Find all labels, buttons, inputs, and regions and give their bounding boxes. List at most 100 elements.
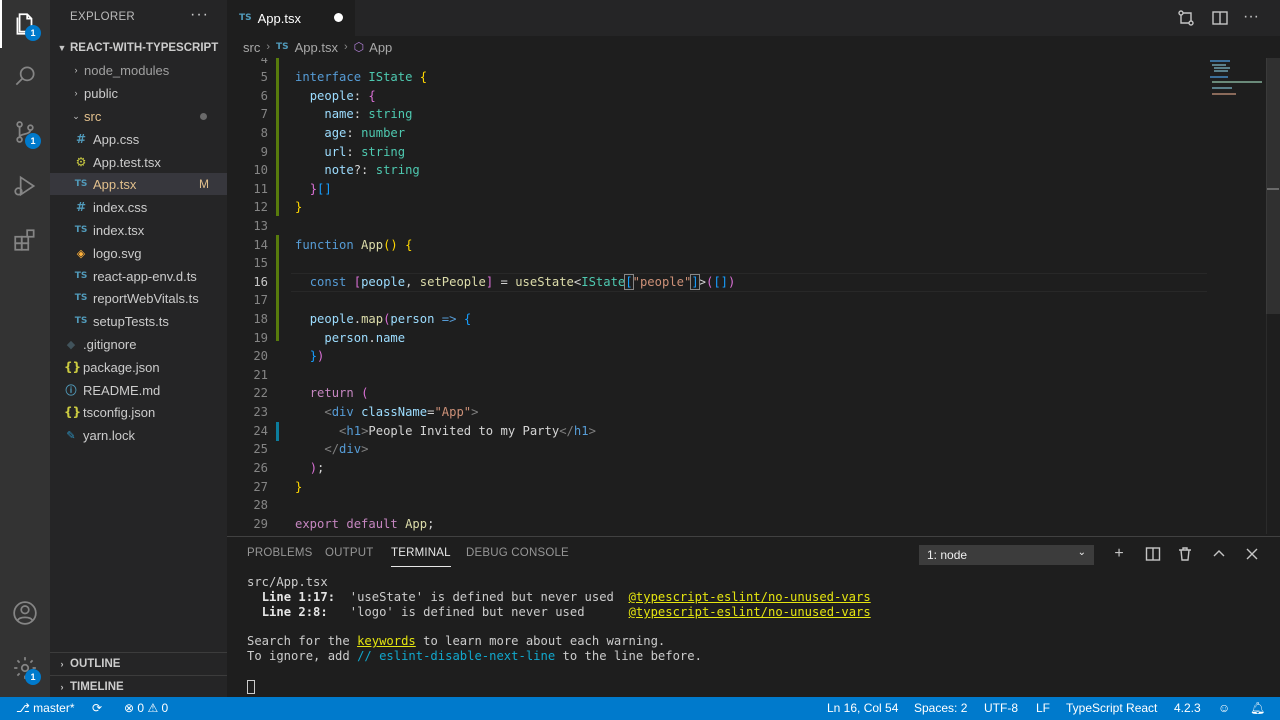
workspace-root[interactable]: ▼ REACT-WITH-TYPESCRIPT xyxy=(50,37,227,59)
css-file-icon: # xyxy=(75,132,87,146)
problems-indicator[interactable]: ⊗ 0 ⚠ 0 xyxy=(124,701,168,715)
tree-file-app-tsx[interactable]: TS App.tsx M xyxy=(50,173,227,195)
explorer-sidebar: EXPLORER ··· ▼ REACT-WITH-TYPESCRIPT › n… xyxy=(50,0,227,697)
search-icon[interactable] xyxy=(0,52,50,100)
bell-icon[interactable]: 🔔︎ xyxy=(1250,701,1265,715)
cursor-position[interactable]: Ln 16, Col 54 xyxy=(827,701,898,715)
workspace-root-label: REACT-WITH-TYPESCRIPT xyxy=(70,42,219,54)
tree-file-app-test-tsx[interactable]: ⚙ App.test.tsx xyxy=(50,151,227,173)
split-terminal-icon[interactable] xyxy=(1145,546,1161,562)
line-number: 13 xyxy=(253,219,268,233)
tab-app-tsx[interactable]: TS App.tsx xyxy=(227,0,355,36)
line-ending[interactable]: LF xyxy=(1036,701,1050,715)
new-terminal-icon[interactable]: + xyxy=(1111,546,1127,562)
outline-section[interactable]: › OUTLINE xyxy=(50,652,227,674)
code-line: 15 xyxy=(227,254,1267,273)
source-control-icon[interactable]: 1 xyxy=(0,108,50,156)
accounts-icon[interactable] xyxy=(0,589,50,637)
warning-count: 0 xyxy=(161,701,169,715)
close-icon[interactable] xyxy=(1244,546,1260,562)
tree-folder-node-modules[interactable]: › node_modules xyxy=(50,59,227,81)
line-number: 28 xyxy=(253,498,268,512)
tree-file-react-app-env[interactable]: TS react-app-env.d.ts xyxy=(50,265,227,287)
line-number: 18 xyxy=(253,312,268,326)
indentation[interactable]: Spaces: 2 xyxy=(914,701,967,715)
tree-folder-src[interactable]: ⌄ src xyxy=(50,105,227,127)
code-line: 22 return ( xyxy=(227,384,1267,403)
settings-badge: 1 xyxy=(25,669,41,685)
bottom-panel: PROBLEMS OUTPUT TERMINAL DEBUG CONSOLE 1… xyxy=(227,536,1280,697)
git-branch-icon: ⎇ xyxy=(16,701,30,715)
breadcrumb-file[interactable]: App.tsx xyxy=(295,40,338,55)
line-number: 11 xyxy=(253,182,268,196)
tree-file-app-css[interactable]: # App.css xyxy=(50,128,227,150)
symbol-method-icon: ⬡ xyxy=(353,40,365,54)
code-editor[interactable]: 4 5 interface IState { 6 people: { 7 name… xyxy=(227,58,1280,534)
terminal-text: Search for the xyxy=(247,634,358,648)
run-debug-icon[interactable] xyxy=(0,162,50,210)
more-actions-icon[interactable]: ··· xyxy=(1243,9,1261,27)
unsaved-dot-icon[interactable] xyxy=(334,13,343,22)
breadcrumb: src › TS App.tsx › ⬡ App xyxy=(227,36,1280,58)
language-mode[interactable]: TypeScript React xyxy=(1066,701,1157,715)
code-line: 19 person.name xyxy=(227,329,1267,348)
breadcrumb-folder[interactable]: src xyxy=(243,40,260,55)
modified-dot-icon xyxy=(200,112,207,120)
tree-file-logo-svg[interactable]: ◈ logo.svg xyxy=(50,242,227,264)
timeline-section[interactable]: › TIMELINE xyxy=(50,675,227,697)
git-file-icon: ◆ xyxy=(66,337,76,351)
css-file-icon: # xyxy=(75,200,87,214)
tree-file-readme[interactable]: ⓘ README.md xyxy=(50,379,227,401)
encoding[interactable]: UTF-8 xyxy=(984,701,1018,715)
editor-scrollbar[interactable] xyxy=(1266,58,1280,534)
tree-file-setup-tests[interactable]: TS setupTests.ts xyxy=(50,310,227,332)
keywords-link[interactable]: keywords xyxy=(357,634,416,648)
tab-terminal[interactable]: TERMINAL xyxy=(391,547,451,567)
tree-folder-public[interactable]: › public xyxy=(50,82,227,104)
line-number: 20 xyxy=(253,349,268,363)
line-number: 5 xyxy=(260,70,268,84)
terminal-select[interactable]: 1: node ⌄ xyxy=(919,545,1094,565)
code-line: 9 url: string xyxy=(227,143,1267,162)
tree-file-index-css[interactable]: # index.css xyxy=(50,196,227,218)
tree-file-report-web-vitals[interactable]: TS reportWebVitals.ts xyxy=(50,287,227,309)
breadcrumb-symbol[interactable]: App xyxy=(369,40,392,55)
chevron-right-icon: › xyxy=(74,65,78,75)
tab-output[interactable]: OUTPUT xyxy=(325,547,373,559)
tree-item-label: App.css xyxy=(93,131,140,147)
feedback-icon[interactable]: ☺ xyxy=(1218,701,1230,715)
more-actions-icon[interactable]: ··· xyxy=(190,6,209,24)
branch-indicator[interactable]: ⎇ master* xyxy=(16,701,75,715)
tab-problems[interactable]: PROBLEMS xyxy=(247,547,313,559)
extensions-icon[interactable] xyxy=(0,216,50,264)
trash-icon[interactable] xyxy=(1177,546,1193,562)
split-editor-icon[interactable] xyxy=(1211,9,1229,27)
line-number: 29 xyxy=(253,517,268,531)
chevron-down-icon: ⌄ xyxy=(1077,547,1086,558)
tree-file-index-tsx[interactable]: TS index.tsx xyxy=(50,219,227,241)
sync-icon[interactable]: ⟳ xyxy=(92,701,102,715)
terminal-text: to the line before. xyxy=(555,649,702,663)
line-number: 17 xyxy=(253,293,268,307)
explorer-icon[interactable]: 1 xyxy=(0,0,50,48)
tree-file-package-json[interactable]: {} package.json xyxy=(50,356,227,378)
tree-file-gitignore[interactable]: ◆ .gitignore xyxy=(50,333,227,355)
eslint-rule-link[interactable]: @typescript-eslint/no-unused-vars xyxy=(629,590,871,604)
tree-file-tsconfig[interactable]: {} tsconfig.json xyxy=(50,401,227,423)
tree-item-label: App.tsx xyxy=(93,176,137,192)
line-number: 23 xyxy=(253,405,268,419)
gear-icon[interactable]: 1 xyxy=(0,644,50,692)
scrollbar-thumb[interactable] xyxy=(1266,58,1280,314)
tree-item-label: README.md xyxy=(83,382,161,398)
tab-debug-console[interactable]: DEBUG CONSOLE xyxy=(466,547,569,559)
open-changes-icon[interactable] xyxy=(1177,9,1195,27)
terminal-select-value: 1: node xyxy=(927,548,968,562)
chevron-up-icon[interactable] xyxy=(1211,546,1227,562)
minimap[interactable] xyxy=(1206,58,1266,98)
typescript-version[interactable]: 4.2.3 xyxy=(1174,701,1201,715)
typescript-file-icon: TS xyxy=(74,271,88,281)
tree-file-yarn-lock[interactable]: ✎ yarn.lock xyxy=(50,424,227,446)
test-file-icon: ⚙ xyxy=(75,155,87,169)
warning-message: 'logo' is defined but never used xyxy=(327,605,629,619)
eslint-rule-link[interactable]: @typescript-eslint/no-unused-vars xyxy=(629,605,871,619)
